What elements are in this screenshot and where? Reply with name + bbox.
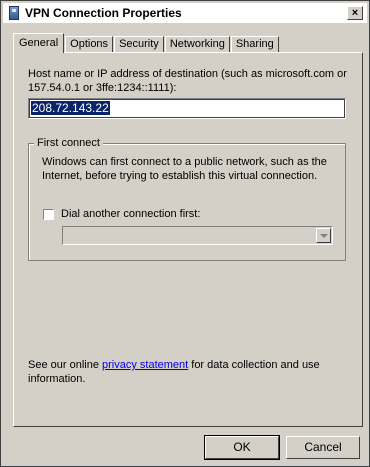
privacy-prefix: See our online — [28, 359, 102, 371]
window-title: VPN Connection Properties — [25, 6, 182, 20]
first-connect-description: Windows can first connect to a public ne… — [42, 156, 327, 182]
title-bar[interactable]: VPN Connection Properties × — [3, 3, 367, 23]
ok-button[interactable]: OK — [204, 435, 280, 460]
tab-security[interactable]: Security — [114, 36, 164, 53]
host-label: Host name or IP address of destination (… — [28, 68, 347, 94]
vpn-properties-window: VPN Connection Properties × General Opti… — [0, 0, 370, 467]
close-icon: × — [351, 7, 359, 19]
dial-another-checkbox[interactable] — [43, 209, 54, 220]
tab-sharing[interactable]: Sharing — [230, 36, 279, 53]
tab-networking[interactable]: Networking — [164, 36, 230, 53]
first-connect-legend: First connect — [34, 137, 103, 149]
tab-general[interactable]: General — [13, 33, 65, 53]
tab-options[interactable]: Options — [65, 36, 114, 53]
privacy-statement-link[interactable]: privacy statement — [102, 359, 188, 371]
tab-strip: General Options Security Networking Shar… — [13, 33, 280, 53]
dial-another-label[interactable]: Dial another connection first: — [61, 208, 200, 220]
chevron-down-icon[interactable] — [316, 228, 331, 243]
cancel-button[interactable]: Cancel — [286, 436, 360, 459]
close-button[interactable]: × — [347, 6, 363, 20]
host-input-value: 208.72.143.22 — [31, 101, 110, 115]
general-tab-panel: Host name or IP address of destination (… — [13, 52, 363, 427]
privacy-text: See our online privacy statement for dat… — [28, 358, 348, 386]
vpn-connection-icon — [9, 6, 19, 20]
dial-connection-combo[interactable] — [62, 226, 333, 245]
host-input[interactable]: 208.72.143.22 — [28, 98, 346, 119]
